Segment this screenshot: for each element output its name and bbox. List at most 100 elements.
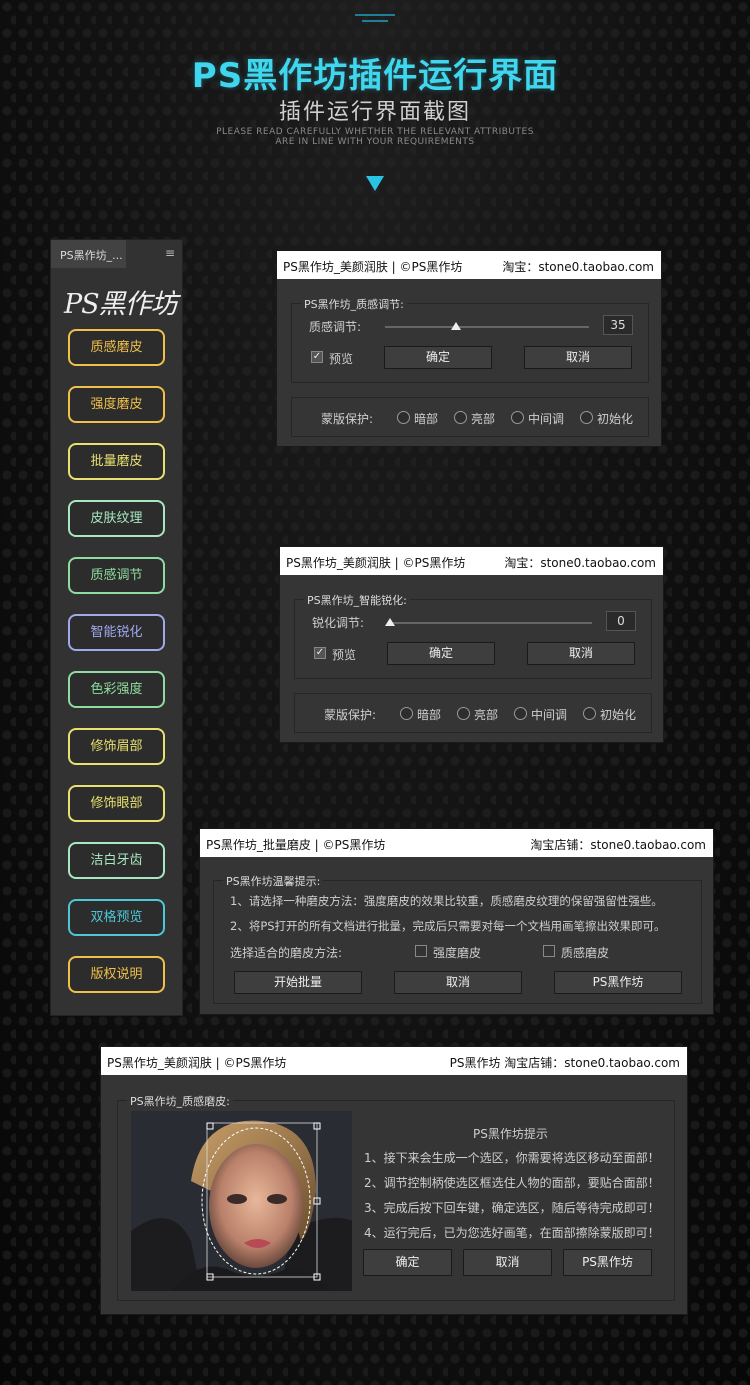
tip-line: 1、接下来会生成一个选区，你需要将选区移动至面部！ — [364, 1151, 660, 1165]
radio-label: 亮部 — [471, 412, 496, 426]
radio-label: 暗部 — [414, 412, 439, 426]
dialog-header: PS黑作坊_美颜润肤 | ©PS黑作坊 PS黑作坊 淘宝店铺：stone0.ta… — [101, 1047, 687, 1075]
shop-link[interactable]: 淘宝店铺：stone0.taobao.com — [530, 836, 706, 853]
page-subtitle: 插件运行界面截图 — [278, 100, 471, 125]
sidebar-button-5[interactable]: 质感调节 — [68, 557, 165, 594]
mask-label: 蒙版保护: — [321, 412, 374, 426]
ok-button[interactable]: 确定 — [384, 346, 492, 369]
preview-label: 预览 — [329, 352, 354, 366]
brand-button[interactable]: PS黑作坊 — [563, 1249, 652, 1276]
slider-value-field[interactable]: 0 — [606, 611, 636, 631]
header-decoration — [362, 20, 388, 22]
mask-group: 蒙版保护: 暗部 亮部 中间调 初始化 — [294, 693, 652, 733]
ps-logo: PS黑作坊 — [64, 289, 178, 320]
sidebar-button-7[interactable]: 色彩强度 — [68, 671, 165, 708]
sidebar-button-8[interactable]: 修饰眉部 — [68, 728, 165, 765]
brand-button[interactable]: PS黑作坊 — [554, 971, 682, 994]
english-note-line1: PLEASE READ CAREFULLY WHETHER THE RELEVA… — [216, 127, 534, 137]
mask-group: 蒙版保护: 暗部 亮部 中间调 初始化 — [291, 397, 649, 437]
group-title: PS黑作坊温馨提示: — [223, 873, 324, 889]
dialog-header: PS黑作坊_美颜润肤 | ©PS黑作坊 淘宝：stone0.taobao.com — [280, 547, 663, 575]
preview-label: 预览 — [332, 648, 357, 662]
radio-shadows[interactable] — [400, 707, 413, 720]
tip-line: 2、将PS打开的所有文档进行批量，完成后只需要对每一个文档用画笔擦出效果即可。 — [230, 919, 666, 933]
sidebar-button-6[interactable]: 智能锐化 — [68, 614, 165, 651]
radio-label: 初始化 — [600, 708, 637, 722]
sidebar-button-10[interactable]: 洁白牙齿 — [68, 842, 165, 879]
dialog-header: PS黑作坊_美颜润肤 | ©PS黑作坊 淘宝：stone0.taobao.com — [277, 251, 661, 279]
group-title: PS黑作坊_质感调节: — [301, 296, 407, 312]
sidebar-button-11[interactable]: 双格预览 — [68, 899, 165, 936]
radio-midtones[interactable] — [514, 707, 527, 720]
cancel-button[interactable]: 取消 — [394, 971, 522, 994]
smoothing-group: PS黑作坊_质感磨皮: PS黑作坊提示 1、接下来会生成一个选区，你需要将选区移… — [117, 1093, 675, 1301]
ok-button[interactable]: 确定 — [363, 1249, 452, 1276]
radio-label: 中间调 — [528, 412, 565, 426]
strong-smoothing-checkbox[interactable] — [415, 945, 427, 957]
start-batch-button[interactable]: 开始批量 — [234, 971, 362, 994]
sidebar-button-12[interactable]: 版权说明 — [68, 956, 165, 993]
slider-thumb[interactable] — [451, 322, 462, 330]
portrait-photo — [131, 1111, 352, 1291]
slider-label: 锐化调节: — [312, 616, 365, 630]
texture-adjust-dialog: PS黑作坊_美颜润肤 | ©PS黑作坊 淘宝：stone0.taobao.com… — [276, 250, 662, 447]
texture-slider-track[interactable] — [385, 326, 589, 328]
texture-smoothing-checkbox[interactable] — [543, 945, 555, 957]
preview-checkbox[interactable]: ✓ — [311, 351, 323, 363]
dialog-title: PS黑作坊_美颜润肤 | ©PS黑作坊 — [283, 260, 463, 274]
shop-link[interactable]: PS黑作坊 淘宝店铺：stone0.taobao.com — [450, 1054, 680, 1071]
radio-highlights[interactable] — [454, 411, 467, 424]
batch-smoothing-dialog: PS黑作坊_批量磨皮 | ©PS黑作坊 淘宝店铺：stone0.taobao.c… — [199, 828, 714, 1015]
tip-line: 2、调节控制柄使选区框选住人物的面部，要贴合面部！ — [364, 1176, 660, 1190]
group-title: PS黑作坊_智能锐化: — [304, 592, 410, 608]
radio-reset[interactable] — [580, 411, 593, 424]
sidebar-button-3[interactable]: 批量磨皮 — [68, 443, 165, 480]
down-arrow-icon — [366, 176, 384, 191]
mask-label: 蒙版保护: — [324, 708, 377, 722]
shop-link[interactable]: 淘宝：stone0.taobao.com — [504, 554, 656, 571]
radio-label: 初始化 — [597, 412, 634, 426]
cancel-button[interactable]: 取消 — [524, 346, 632, 369]
radio-highlights[interactable] — [457, 707, 470, 720]
sidebar-button-9[interactable]: 修饰眼部 — [68, 785, 165, 822]
sidebar-button-2[interactable]: 强度磨皮 — [68, 386, 165, 423]
tip-line: 3、完成后按下回车键，确定选区，随后等待完成即可！ — [364, 1201, 660, 1215]
page-title: PS黑作坊插件运行界面 — [191, 56, 559, 96]
tips-group: PS黑作坊温馨提示: 1、请选择一种磨皮方法：强度磨皮的效果比较重，质感磨皮纹理… — [213, 873, 702, 1004]
shop-link[interactable]: 淘宝：stone0.taobao.com — [502, 258, 654, 275]
tips-title: PS黑作坊提示 — [473, 1127, 548, 1141]
preview-checkbox[interactable]: ✓ — [314, 647, 326, 659]
option-label: 质感磨皮 — [561, 946, 610, 960]
sidebar-button-1[interactable]: 质感磨皮 — [68, 329, 165, 366]
dialog-title: PS黑作坊_美颜润肤 | ©PS黑作坊 — [107, 1056, 287, 1070]
ok-button[interactable]: 确定 — [387, 642, 495, 665]
settings-group: PS黑作坊_智能锐化: 锐化调节: 0 ✓ 预览 确定 取消 — [294, 592, 652, 679]
sidebar-button-4[interactable]: 皮肤纹理 — [68, 500, 165, 537]
radio-shadows[interactable] — [397, 411, 410, 424]
group-title: PS黑作坊_质感磨皮: — [127, 1093, 233, 1109]
panel-tab[interactable]: PS黑作坊_... — [51, 240, 126, 268]
dialog-title: PS黑作坊_批量磨皮 | ©PS黑作坊 — [206, 838, 386, 852]
tip-line: 4、运行完后，已为您选好画笔，在面部擦除蒙版即可！ — [364, 1226, 660, 1240]
radio-label: 暗部 — [417, 708, 442, 722]
slider-value-field[interactable]: 35 — [603, 315, 633, 335]
slider-thumb[interactable] — [385, 618, 395, 626]
cancel-button[interactable]: 取消 — [527, 642, 635, 665]
radio-reset[interactable] — [583, 707, 596, 720]
dialog-header: PS黑作坊_批量磨皮 | ©PS黑作坊 淘宝店铺：stone0.taobao.c… — [200, 829, 713, 857]
hamburger-icon[interactable]: ≡ — [165, 247, 175, 259]
header-decoration — [355, 14, 395, 16]
settings-group: PS黑作坊_质感调节: 质感调节: 35 ✓ 预览 确定 取消 — [291, 296, 649, 383]
slider-label: 质感调节: — [309, 320, 362, 334]
option-label: 强度磨皮 — [433, 946, 482, 960]
radio-label: 亮部 — [474, 708, 499, 722]
plugin-sidebar-panel: PS黑作坊_... ≡ PS黑作坊 质感磨皮强度磨皮批量磨皮皮肤纹理质感调节智能… — [50, 239, 183, 1016]
sharpen-slider-track[interactable] — [388, 622, 592, 624]
english-note-line2: ARE IN LINE WITH YOUR REQUIREMENTS — [275, 137, 475, 147]
dialog-title: PS黑作坊_美颜润肤 | ©PS黑作坊 — [286, 556, 466, 570]
tip-line: 1、请选择一种磨皮方法：强度磨皮的效果比较重，质感磨皮纹理的保留强留性强些。 — [230, 894, 663, 908]
smart-sharpen-dialog: PS黑作坊_美颜润肤 | ©PS黑作坊 淘宝：stone0.taobao.com… — [279, 546, 664, 743]
cancel-button[interactable]: 取消 — [463, 1249, 552, 1276]
radio-midtones[interactable] — [511, 411, 524, 424]
texture-smoothing-dialog: PS黑作坊_美颜润肤 | ©PS黑作坊 PS黑作坊 淘宝店铺：stone0.ta… — [100, 1046, 688, 1315]
